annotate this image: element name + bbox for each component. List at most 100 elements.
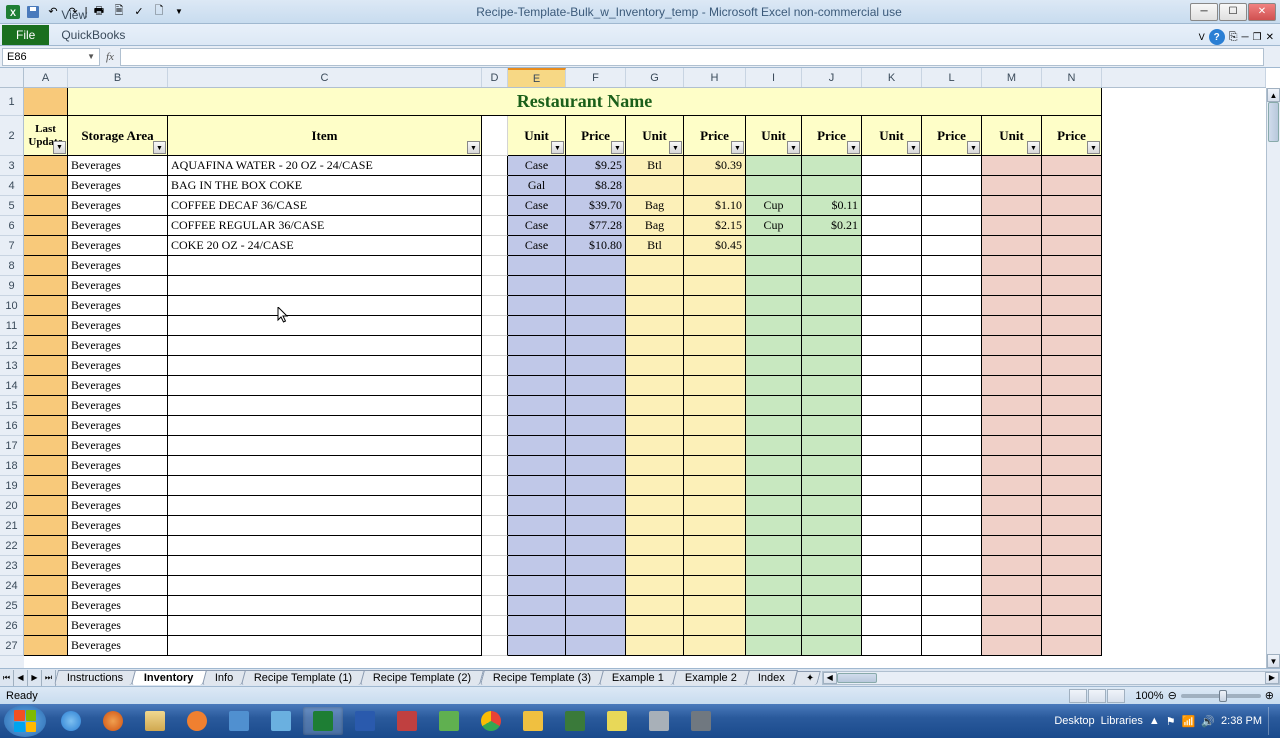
cell-E4[interactable]: Gal (508, 176, 566, 196)
taskbar-explorer[interactable] (135, 707, 175, 735)
cell-I11[interactable] (746, 316, 802, 336)
cell-C10[interactable] (168, 296, 482, 316)
cell-K24[interactable] (862, 576, 922, 596)
cell-C3[interactable]: AQUAFINA WATER - 20 OZ - 24/CASE (168, 156, 482, 176)
cell-A19[interactable] (24, 476, 68, 496)
filter-dropdown-L[interactable]: ▼ (967, 141, 980, 154)
column-header-B[interactable]: B (68, 68, 168, 87)
cell-A13[interactable] (24, 356, 68, 376)
cell-J24[interactable] (802, 576, 862, 596)
cell-K4[interactable] (862, 176, 922, 196)
cell-L16[interactable] (922, 416, 982, 436)
cell-F7[interactable]: $10.80 (566, 236, 626, 256)
cell-G5[interactable]: Bag (626, 196, 684, 216)
cell-E9[interactable] (508, 276, 566, 296)
cell-B23[interactable]: Beverages (68, 556, 168, 576)
cell-K18[interactable] (862, 456, 922, 476)
sheet-tab-example-1[interactable]: Example 1 (599, 670, 677, 685)
cell-D13[interactable] (482, 356, 508, 376)
cell-E8[interactable] (508, 256, 566, 276)
maximize-button[interactable]: ☐ (1219, 3, 1247, 21)
cell-L5[interactable] (922, 196, 982, 216)
scroll-down-icon[interactable]: ▼ (1267, 654, 1280, 668)
cell-D7[interactable] (482, 236, 508, 256)
column-header-L[interactable]: L (922, 68, 982, 87)
cell-K12[interactable] (862, 336, 922, 356)
cell-E7[interactable]: Case (508, 236, 566, 256)
cell-L6[interactable] (922, 216, 982, 236)
row-header-6[interactable]: 6 (0, 216, 24, 236)
cell-J11[interactable] (802, 316, 862, 336)
tray-clock[interactable]: 2:38 PM (1221, 715, 1262, 727)
row-header-4[interactable]: 4 (0, 176, 24, 196)
cell-H7[interactable]: $0.45 (684, 236, 746, 256)
header-cell-A[interactable]: LastUpdate▼ (24, 116, 68, 156)
cell-I14[interactable] (746, 376, 802, 396)
cell-I3[interactable] (746, 156, 802, 176)
header-cell-E[interactable]: Unit▼ (508, 116, 566, 156)
cell-I20[interactable] (746, 496, 802, 516)
cell-H6[interactable]: $2.15 (684, 216, 746, 236)
hscroll-thumb[interactable] (837, 673, 877, 683)
filter-dropdown-M[interactable]: ▼ (1027, 141, 1040, 154)
cell-A18[interactable] (24, 456, 68, 476)
row-header-2[interactable]: 2 (0, 116, 24, 156)
cell-A21[interactable] (24, 516, 68, 536)
cell-B14[interactable]: Beverages (68, 376, 168, 396)
row-header-5[interactable]: 5 (0, 196, 24, 216)
cell-N8[interactable] (1042, 256, 1102, 276)
cell-L25[interactable] (922, 596, 982, 616)
file-tab[interactable]: File (2, 25, 49, 45)
column-header-M[interactable]: M (982, 68, 1042, 87)
cell-I4[interactable] (746, 176, 802, 196)
cell-L15[interactable] (922, 396, 982, 416)
cell-F6[interactable]: $77.28 (566, 216, 626, 236)
cell-M6[interactable] (982, 216, 1042, 236)
cell-M25[interactable] (982, 596, 1042, 616)
cell-D20[interactable] (482, 496, 508, 516)
cell-E3[interactable]: Case (508, 156, 566, 176)
row-header-27[interactable]: 27 (0, 636, 24, 656)
cell-H12[interactable] (684, 336, 746, 356)
cell-M13[interactable] (982, 356, 1042, 376)
row-header-18[interactable]: 18 (0, 456, 24, 476)
cell-E11[interactable] (508, 316, 566, 336)
cell-K21[interactable] (862, 516, 922, 536)
cell-M7[interactable] (982, 236, 1042, 256)
row-header-21[interactable]: 21 (0, 516, 24, 536)
cell-N11[interactable] (1042, 316, 1102, 336)
cell-H26[interactable] (684, 616, 746, 636)
name-box[interactable]: E86 ▼ (2, 48, 100, 66)
cell-I7[interactable] (746, 236, 802, 256)
cell-E13[interactable] (508, 356, 566, 376)
cell-N6[interactable] (1042, 216, 1102, 236)
cell-J22[interactable] (802, 536, 862, 556)
tray-libraries[interactable]: Libraries (1101, 715, 1143, 727)
cell-A11[interactable] (24, 316, 68, 336)
cell-F4[interactable]: $8.28 (566, 176, 626, 196)
row-header-12[interactable]: 12 (0, 336, 24, 356)
row-header-16[interactable]: 16 (0, 416, 24, 436)
header-cell-G[interactable]: Unit▼ (626, 116, 684, 156)
cell-A3[interactable] (24, 156, 68, 176)
cell-A17[interactable] (24, 436, 68, 456)
cell-A24[interactable] (24, 576, 68, 596)
row-header-17[interactable]: 17 (0, 436, 24, 456)
normal-view-button[interactable] (1069, 689, 1087, 703)
cell-J3[interactable] (802, 156, 862, 176)
cell-H5[interactable]: $1.10 (684, 196, 746, 216)
cell-E25[interactable] (508, 596, 566, 616)
cell-M3[interactable] (982, 156, 1042, 176)
cell-E26[interactable] (508, 616, 566, 636)
cell-G11[interactable] (626, 316, 684, 336)
cell-A16[interactable] (24, 416, 68, 436)
ribbon-minimize-icon[interactable]: ᐯ (1199, 32, 1205, 43)
cell-E21[interactable] (508, 516, 566, 536)
row-header-8[interactable]: 8 (0, 256, 24, 276)
cell-H21[interactable] (684, 516, 746, 536)
cell-J5[interactable]: $0.11 (802, 196, 862, 216)
cell-D21[interactable] (482, 516, 508, 536)
filter-dropdown-J[interactable]: ▼ (847, 141, 860, 154)
cell-B10[interactable]: Beverages (68, 296, 168, 316)
cell-M12[interactable] (982, 336, 1042, 356)
